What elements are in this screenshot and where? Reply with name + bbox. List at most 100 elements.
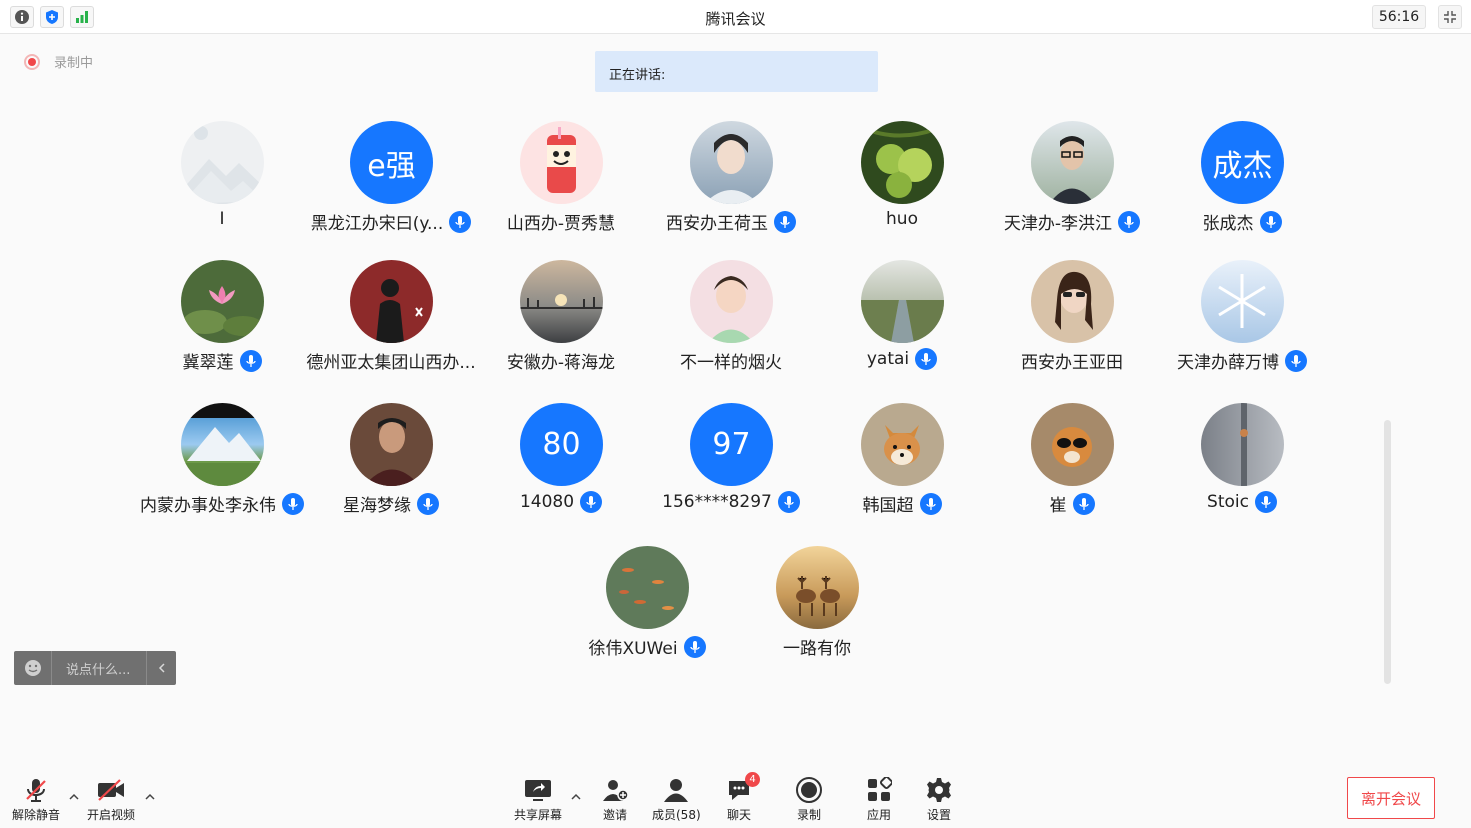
avatar: 80 bbox=[520, 403, 603, 486]
lotus-icon bbox=[183, 286, 263, 336]
participant-tile[interactable]: e强 黑龙江办宋曰(y... bbox=[306, 121, 476, 246]
start-video-button[interactable]: 开启视频 bbox=[87, 776, 135, 823]
participant-name: 西安办王亚田 bbox=[1021, 353, 1123, 373]
avatar bbox=[1031, 260, 1114, 343]
meeting-title: 腾讯会议 bbox=[705, 10, 766, 28]
participant-tile[interactable]: 天津办-李洪江 bbox=[987, 121, 1157, 246]
participant-name: 山西办-贾秀慧 bbox=[506, 214, 616, 234]
child-portrait-icon bbox=[708, 276, 754, 343]
avatar bbox=[690, 260, 773, 343]
participant-tile[interactable]: 80 14080 bbox=[476, 403, 646, 528]
exit-fullscreen-icon bbox=[1444, 11, 1456, 23]
chevron-up-icon bbox=[571, 793, 581, 800]
participant-tile[interactable]: 徐伟XUWei bbox=[562, 546, 732, 671]
participant-name: 安徽办-蒋海龙 bbox=[506, 353, 616, 373]
apps-button[interactable]: 应用 bbox=[864, 776, 894, 823]
video-options-caret[interactable] bbox=[143, 790, 157, 804]
mic-icon bbox=[1285, 349, 1307, 372]
participant-tile[interactable]: 天津办薛万博 bbox=[1157, 260, 1327, 385]
mic-icon bbox=[1254, 491, 1277, 513]
exit-fullscreen-button[interactable] bbox=[1438, 5, 1462, 29]
avatar bbox=[1201, 260, 1284, 343]
audio-options-caret[interactable] bbox=[67, 790, 81, 804]
leave-meeting-button[interactable]: 离开会议 bbox=[1347, 777, 1435, 819]
participant-tile[interactable]: 不一样的烟火 bbox=[646, 260, 816, 385]
avatar bbox=[1201, 403, 1284, 486]
participant-tile[interactable]: 97 156****8297 bbox=[646, 403, 816, 528]
portrait-icon bbox=[376, 279, 423, 343]
participant-tile[interactable]: 内蒙办事处李永伟 bbox=[137, 403, 307, 528]
participant-name: 内蒙办事处李永伟 bbox=[140, 496, 276, 516]
chevron-left-icon bbox=[158, 663, 165, 673]
participant-tile[interactable]: Stoic bbox=[1157, 403, 1327, 528]
participant-tile[interactable]: 韩国超 bbox=[817, 403, 987, 528]
mic-icon bbox=[1072, 492, 1095, 515]
mic-icon bbox=[417, 492, 439, 515]
participant-name: 156****8297 bbox=[662, 492, 772, 512]
settings-label: 设置 bbox=[926, 808, 951, 822]
mic-icon bbox=[777, 491, 800, 513]
participant-tile[interactable]: 冀翠莲 bbox=[137, 260, 307, 385]
participant-name: 崔 bbox=[1049, 496, 1067, 516]
participant-scrollbar[interactable] bbox=[1384, 420, 1391, 684]
sunset-road-icon bbox=[520, 294, 603, 309]
deer-icon bbox=[796, 576, 840, 616]
chat-input-bar[interactable]: 说点什么... bbox=[14, 651, 176, 685]
record-label: 录制 bbox=[796, 808, 821, 822]
meeting-timer: 56:16 bbox=[1372, 5, 1426, 29]
unmute-button[interactable]: 解除静音 bbox=[12, 776, 60, 823]
participant-tile[interactable]: 西安办王荷玉 bbox=[646, 121, 816, 246]
share-screen-button[interactable]: 共享屏幕 bbox=[514, 776, 562, 823]
title-bar: 腾讯会议 56:16 bbox=[0, 0, 1471, 34]
participant-tile[interactable]: yatai bbox=[817, 260, 987, 385]
participant-tile[interactable]: 安徽办-蒋海龙 bbox=[476, 260, 646, 385]
start-video-label: 开启视频 bbox=[87, 808, 136, 822]
smiley-icon bbox=[24, 660, 41, 676]
invite-label: 邀请 bbox=[602, 808, 627, 822]
mic-icon bbox=[1259, 210, 1282, 233]
emoji-button[interactable] bbox=[14, 651, 52, 685]
avatar: 97 bbox=[690, 403, 773, 486]
participant-name: I bbox=[219, 209, 225, 229]
wall-photo-icon bbox=[1240, 403, 1248, 486]
settings-button[interactable]: 设置 bbox=[924, 776, 954, 823]
participant-tile[interactable]: 西安办王亚田 bbox=[987, 260, 1157, 385]
chat-button[interactable]: 4 聊天 bbox=[724, 772, 760, 823]
participant-tile[interactable]: huo bbox=[817, 121, 987, 246]
mountain-icon bbox=[181, 427, 264, 486]
avatar bbox=[181, 121, 264, 204]
participant-name: 14080 bbox=[519, 492, 575, 512]
participant-tile[interactable]: 崔 bbox=[987, 403, 1157, 528]
chat-label: 聊天 bbox=[726, 808, 751, 822]
chat-input[interactable]: 说点什么... bbox=[52, 659, 146, 678]
apps-grid-icon bbox=[868, 777, 892, 801]
participant-tile[interactable]: 一路有你 bbox=[732, 546, 902, 671]
participant-tile[interactable]: 山西办-贾秀慧 bbox=[476, 121, 646, 246]
avatar bbox=[350, 260, 433, 343]
members-button[interactable]: 成员(58) bbox=[652, 776, 701, 823]
participant-name: yatai bbox=[866, 349, 910, 369]
avatar bbox=[861, 260, 944, 343]
portrait-icon bbox=[1055, 271, 1093, 330]
avatar bbox=[861, 403, 944, 486]
recording-label: 录制中 bbox=[54, 56, 94, 71]
active-speaker-banner: 正在讲话: bbox=[595, 51, 878, 92]
participant-tile[interactable]: 成杰 张成杰 bbox=[1157, 121, 1327, 246]
mic-icon bbox=[683, 635, 706, 658]
members-icon bbox=[664, 779, 689, 802]
avatar bbox=[861, 121, 944, 204]
participant-name: 徐伟XUWei bbox=[588, 639, 678, 659]
recording-indicator[interactable]: 录制中 bbox=[24, 52, 93, 71]
chat-collapse-button[interactable] bbox=[146, 651, 176, 685]
participant-tile[interactable]: I bbox=[137, 121, 307, 246]
participant-name: 韩国超 bbox=[862, 496, 914, 516]
members-label: 成员(58) bbox=[652, 808, 701, 822]
share-options-caret[interactable] bbox=[569, 790, 583, 804]
avatar: e强 bbox=[350, 121, 433, 204]
invite-button[interactable]: 邀请 bbox=[600, 776, 630, 823]
record-button[interactable]: 录制 bbox=[794, 776, 824, 823]
participant-name: 天津办薛万博 bbox=[1177, 353, 1279, 373]
add-user-icon bbox=[603, 780, 629, 801]
participant-tile[interactable]: 星海梦缘 bbox=[306, 403, 476, 528]
participant-tile[interactable]: 德州亚太集团山西办... bbox=[306, 260, 476, 385]
